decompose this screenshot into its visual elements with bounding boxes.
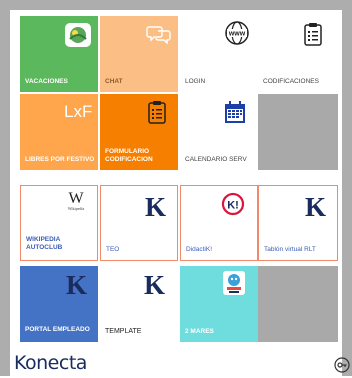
tile-label: DidactiK! xyxy=(186,246,213,253)
globe-www-icon: www xyxy=(224,20,250,46)
wikipedia-wordmark: Wikipedia xyxy=(67,206,85,211)
tile-empty xyxy=(258,266,338,342)
clipboard-icon xyxy=(148,100,166,124)
tile-tablon-virtual-rlt[interactable]: K Tablón virtual RLT xyxy=(258,185,338,261)
konecta-k-icon: K xyxy=(66,270,88,300)
tile-label: WIKIPEDIA AUTOCLUB xyxy=(26,236,63,251)
tile-chat[interactable]: CHAT xyxy=(100,16,178,92)
tile-template[interactable]: K TEMPLATE xyxy=(100,266,178,342)
vacation-icon xyxy=(64,22,92,48)
tile-label: 2 MARES xyxy=(185,328,214,335)
tile-label: TEO xyxy=(106,246,120,253)
konecta-k-icon: K xyxy=(145,192,167,222)
tile-label: CALENDARIO SERV xyxy=(185,156,247,163)
tile-empty xyxy=(258,94,338,170)
tile-didactik[interactable]: K! DidactiK! xyxy=(180,185,258,261)
key-icon[interactable] xyxy=(334,357,350,373)
tile-formulario-codificacion[interactable]: FORMULARIO CODIFICACION xyxy=(100,94,178,170)
tile-label: LIBRES POR FESTIVO xyxy=(25,156,95,163)
wikipedia-icon: W Wikipedia xyxy=(63,190,89,211)
didactik-icon: K! xyxy=(221,192,245,216)
chat-bubbles-icon xyxy=(146,24,172,45)
tile-label: Tablón virtual RLT xyxy=(264,246,316,253)
lxf-logo: LxF xyxy=(64,102,93,121)
tile-label: CODIFICACIONES xyxy=(263,78,319,85)
tile-label: VACACIONES xyxy=(25,78,68,85)
mascot-icon xyxy=(222,270,246,296)
tile-label: CHAT xyxy=(105,78,123,85)
tile-libres-por-festivo[interactable]: LxF LIBRES POR FESTIVO xyxy=(20,94,98,170)
clipboard-icon xyxy=(304,22,322,46)
tile-label: PORTAL EMPLEADO xyxy=(25,326,90,333)
tile-label: TEMPLATE xyxy=(105,328,142,335)
tile-teo[interactable]: K TEO xyxy=(100,185,178,261)
tile-wikipedia-autoclub[interactable]: W Wikipedia WIKIPEDIA AUTOCLUB xyxy=(20,185,98,261)
tile-2-mares[interactable]: 2 MARES xyxy=(180,266,258,342)
konecta-k-icon: K xyxy=(305,192,327,222)
konecta-k-icon: K xyxy=(144,270,166,300)
konecta-logo: Konecta xyxy=(14,352,87,374)
svg-text:www: www xyxy=(228,31,246,38)
tile-label: FORMULARIO CODIFICACION xyxy=(105,148,153,163)
svg-text:K!: K! xyxy=(227,200,239,212)
tile-portal-empleado[interactable]: K PORTAL EMPLEADO xyxy=(20,266,98,342)
tile-vacaciones[interactable]: VACACIONES xyxy=(20,16,98,92)
tile-calendario-serv[interactable]: CALENDARIO SERV xyxy=(180,94,258,170)
calendar-icon xyxy=(224,100,246,124)
tile-codificaciones[interactable]: CODIFICACIONES xyxy=(258,16,338,92)
tile-label: LOGIN xyxy=(185,78,206,85)
tile-login[interactable]: www LOGIN xyxy=(180,16,258,92)
